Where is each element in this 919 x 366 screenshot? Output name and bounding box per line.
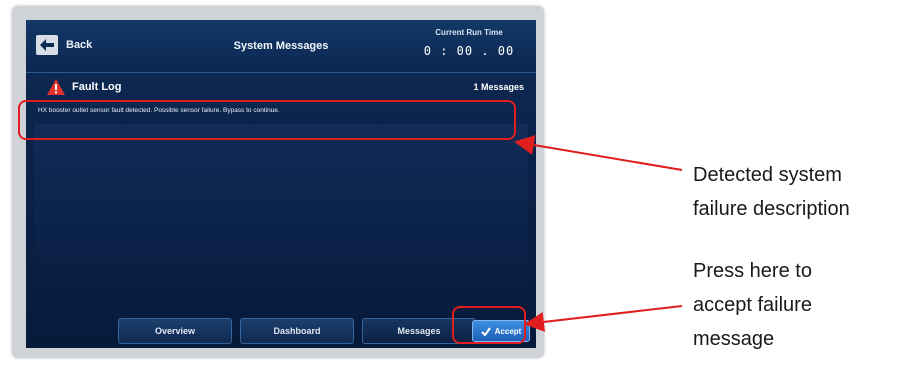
accept-annotation-line-2: accept failure	[693, 294, 812, 316]
description-arrow	[514, 135, 683, 171]
accept-annotation-line-3: message	[693, 328, 775, 350]
description-annotation: Detected system failure description	[693, 158, 850, 226]
accept-annotation-line-1: Press here to	[693, 260, 812, 282]
description-annotation-line-2: failure description	[693, 198, 850, 220]
accept-annotation: Press here to accept failure message	[693, 254, 812, 356]
description-annotation-line-1: Detected system	[693, 164, 842, 186]
accept-arrow	[524, 305, 683, 332]
